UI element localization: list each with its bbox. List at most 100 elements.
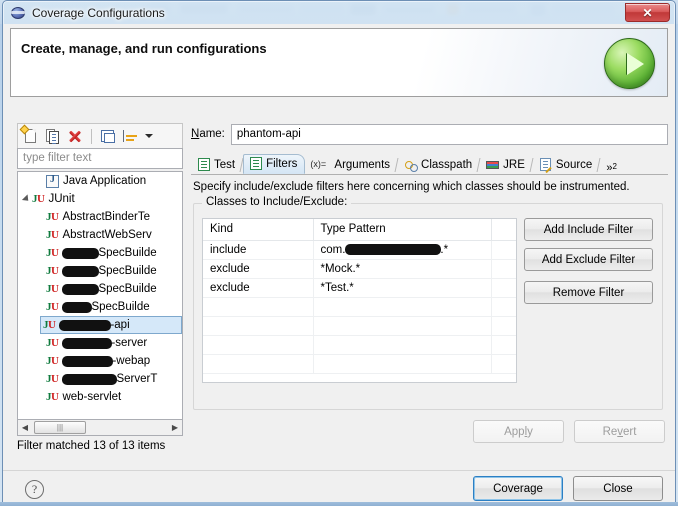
tab-arguments[interactable]: (x)= Arguments (305, 154, 398, 174)
tree-item-label: -webap (112, 355, 151, 367)
empty-cell (313, 354, 492, 374)
redacted-text (62, 283, 100, 295)
chevron-down-icon[interactable] (145, 134, 153, 138)
close-button[interactable]: Close (573, 476, 663, 501)
name-label: Name: (191, 128, 225, 140)
empty-cell (203, 335, 314, 355)
filters-table-wrapper[interactable]: Kind Type Pattern include com. .* exclude *Mo… (202, 218, 517, 383)
tab-test[interactable]: Test (191, 154, 243, 174)
tree-item-8[interactable]: JU -api (40, 316, 182, 334)
pattern-suffix: .* (440, 243, 449, 256)
tree-item-1[interactable]: JU JUnit (18, 190, 182, 208)
scroll-right-icon[interactable]: ▶ (168, 423, 182, 432)
tree-horizontal-scrollbar[interactable]: ◀ ||| ▶ (17, 419, 183, 436)
tree-item-10[interactable]: JU -webap (18, 352, 182, 370)
scrollbar-thumb[interactable]: ||| (34, 421, 86, 434)
tab-overflow-button[interactable]: » 2 (602, 161, 621, 174)
tree-toolbar (17, 123, 183, 148)
empty-cell (313, 335, 492, 355)
table-row-empty[interactable] (203, 297, 516, 317)
tree-item-9[interactable]: JU -server (18, 334, 182, 352)
arguments-tab-icon: (x)= (310, 158, 327, 169)
empty-cell (491, 335, 516, 355)
redacted-text (345, 243, 442, 255)
table-row[interactable]: exclude *Test.* (203, 278, 516, 298)
group-title: Classes to Include/Exclude: (202, 196, 352, 208)
table-row-empty[interactable] (203, 354, 516, 374)
tree-item-7[interactable]: JU SpecBuilde (18, 298, 182, 316)
junit-icon: JU (46, 373, 59, 385)
window-title: Coverage Configurations (32, 5, 165, 20)
tab-source[interactable]: Source (533, 154, 600, 174)
filter-pattern-cell: *Mock.* (313, 259, 492, 279)
table-row[interactable]: include com. .* (203, 240, 516, 260)
collapse-all-icon[interactable] (99, 127, 117, 145)
tree-item-label: AbstractWebServ (62, 229, 152, 241)
tree-item-12[interactable]: JU web-servlet (18, 388, 182, 406)
remove-filter-button[interactable]: Remove Filter (524, 281, 653, 304)
empty-cell (203, 316, 314, 336)
junit-icon: JU (46, 301, 59, 313)
filter-kind-cell: exclude (203, 278, 314, 298)
tree-item-2[interactable]: JU AbstractBinderTe (18, 208, 182, 226)
scroll-left-icon[interactable]: ◀ (18, 423, 32, 432)
close-window-button[interactable]: ✕ (625, 3, 670, 22)
new-configuration-icon[interactable] (19, 124, 40, 145)
filter-pattern-cell: *Test.* (313, 278, 492, 298)
page-title: Create, manage, and run configurations (21, 41, 267, 56)
apply-button[interactable]: Apply (473, 420, 564, 443)
add-exclude-filter-button[interactable]: Add Exclude Filter (524, 248, 653, 271)
filter-launch-icon[interactable] (121, 127, 139, 145)
tree-item-3[interactable]: JU AbstractWebServ (18, 226, 182, 244)
configuration-name-input[interactable]: phantom-api (230, 123, 668, 145)
add-include-filter-button[interactable]: Add Include Filter (524, 218, 653, 241)
tab-filters[interactable]: Filters (243, 154, 306, 174)
tab-overflow-count: 2 (612, 162, 617, 171)
dialog-header-banner: Create, manage, and run configurations (10, 28, 668, 97)
tree-item-6[interactable]: JU SpecBuilde (18, 280, 182, 298)
tree-item-label: SpecBuilde (98, 265, 157, 277)
title-bar[interactable]: Coverage Configurations ✕ (3, 1, 675, 24)
filter-text-input[interactable]: type filter text (17, 148, 183, 169)
table-row[interactable]: exclude *Mock.* (203, 259, 516, 279)
tab-jre[interactable]: JRE (480, 154, 533, 174)
tree-item-0[interactable]: Java Application (18, 172, 182, 190)
help-icon[interactable]: ? (25, 480, 44, 499)
delete-configuration-icon[interactable] (66, 127, 84, 145)
tab-classpath[interactable]: Classpath (398, 154, 480, 174)
toolbar-separator (91, 128, 92, 144)
configuration-editor-panel: Name: phantom-api Test Filters (x)= Argumen… (191, 123, 668, 461)
table-row-empty[interactable] (203, 335, 516, 355)
tree-item-label: SpecBuilde (98, 247, 157, 259)
redacted-text (62, 373, 118, 385)
coverage-button[interactable]: Coverage (473, 476, 563, 501)
jre-tab-icon (486, 158, 500, 172)
empty-cell (491, 316, 516, 336)
column-header-2[interactable] (491, 219, 516, 241)
table-header-row: Kind Type Pattern (203, 219, 516, 241)
empty-cell (491, 354, 516, 374)
tree-item-label: ServerT (116, 373, 158, 385)
filters-tab-icon (249, 157, 263, 171)
revert-button[interactable]: Revert (574, 420, 665, 443)
twisty-icon[interactable] (21, 194, 32, 204)
duplicate-configuration-icon[interactable] (44, 127, 62, 145)
configurations-tree-panel: type filter text Java ApplicationJUJUnit… (17, 123, 183, 461)
configurations-tree[interactable]: Java ApplicationJUJUnitJUAbstractBinderT… (17, 171, 183, 419)
table-row-empty[interactable] (203, 316, 516, 336)
junit-icon: JU (46, 391, 59, 403)
tree-item-5[interactable]: JU SpecBuilde (18, 262, 182, 280)
junit-icon: JU (32, 193, 45, 205)
redacted-text (62, 337, 113, 349)
filter-pattern-cell: com. .* (313, 240, 492, 260)
tree-item-label: AbstractBinderTe (62, 211, 151, 223)
column-header-0[interactable]: Kind (203, 219, 314, 241)
filter-spacer-cell (491, 278, 516, 298)
tree-item-4[interactable]: JU SpecBuilde (18, 244, 182, 262)
tree-item-11[interactable]: JU ServerT (18, 370, 182, 388)
tab-description: Specify include/exclude filters here con… (193, 181, 630, 193)
filter-spacer-cell (491, 240, 516, 260)
source-tab-icon (539, 157, 553, 173)
column-header-1[interactable]: Type Pattern (313, 219, 492, 241)
redacted-text (62, 265, 100, 277)
